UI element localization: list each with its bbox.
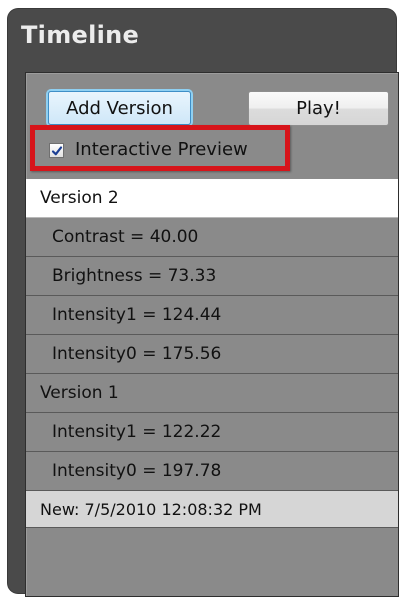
timeline-window: Timeline Add Version Play! Interactive P…	[8, 9, 399, 597]
panel-title: Timeline	[21, 21, 140, 49]
interactive-preview-label: Interactive Preview	[75, 139, 248, 160]
new-version-row[interactable]: New: 7/5/2010 12:08:32 PM	[26, 491, 398, 528]
version-row[interactable]: Version 2	[26, 179, 398, 218]
parameter-row[interactable]: Intensity0 = 197.78	[26, 452, 398, 491]
timeline-tree: Version 2 Contrast = 40.00 Brightness = …	[26, 179, 398, 528]
interactive-preview-checkbox[interactable]	[49, 143, 64, 158]
play-button[interactable]: Play!	[248, 91, 389, 126]
parameter-row[interactable]: Contrast = 40.00	[26, 218, 398, 257]
version-row[interactable]: Version 1	[26, 374, 398, 413]
interactive-preview-highlight: Interactive Preview	[30, 125, 290, 171]
check-icon	[51, 146, 63, 156]
parameter-row[interactable]: Brightness = 73.33	[26, 257, 398, 296]
parameter-row[interactable]: Intensity1 = 122.22	[26, 413, 398, 452]
parameter-row[interactable]: Intensity0 = 175.56	[26, 335, 398, 374]
parameter-row[interactable]: Intensity1 = 124.44	[26, 296, 398, 335]
add-version-button[interactable]: Add Version	[48, 91, 191, 125]
timeline-panel: Add Version Play! Interactive Preview Ve…	[25, 72, 399, 597]
